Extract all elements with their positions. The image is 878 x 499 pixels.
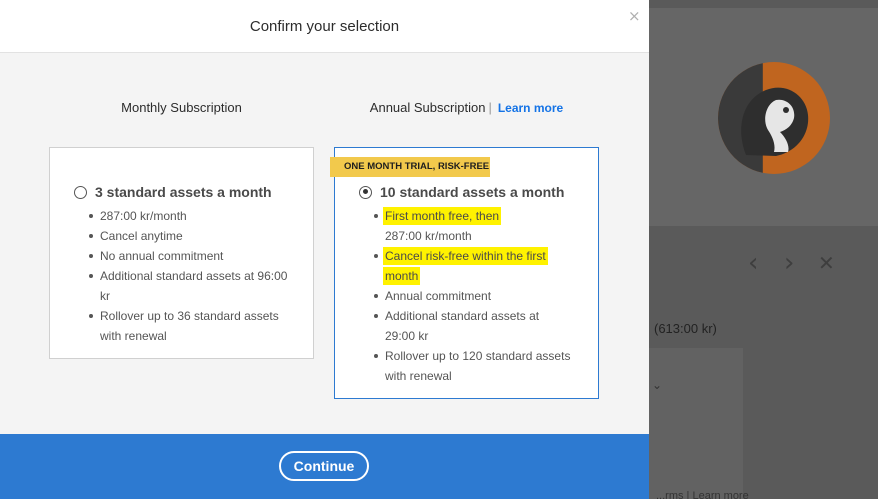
monthly-plan-radio[interactable] [74, 185, 87, 199]
close-icon[interactable]: × [628, 7, 641, 25]
feature-text: Annual commitment [385, 289, 492, 303]
annual-heading: Annual Subscription [369, 100, 486, 115]
list-item: Cancel anytime [74, 226, 294, 246]
background-prev-icon: ‹ [748, 248, 759, 278]
list-item: Annual commitment [359, 286, 574, 306]
feature-highlight: Cancel risk-free within the first [385, 249, 546, 263]
background-box [649, 348, 743, 499]
feature-highlight: First month free, then [385, 209, 500, 223]
list-item: Rollover up to 36 standard assets with r… [74, 306, 294, 346]
annual-plan: 10 standard assets a month First month f… [359, 184, 574, 386]
heading-separator: | [488, 100, 492, 115]
background-bottom-text: ...rms | Learn more [656, 490, 749, 499]
modal-footer: Continue [0, 434, 649, 499]
list-item: First month free, then 287:00 kr/month [359, 206, 574, 246]
background-next-icon: › [784, 248, 795, 278]
monthly-plan: 3 standard assets a month 287:00 kr/mont… [74, 184, 294, 346]
monthly-heading: Monthly Subscription [121, 100, 242, 115]
list-item: No annual commitment [74, 246, 294, 266]
feature-highlight: month [385, 269, 419, 283]
learn-more-link[interactable]: Learn more [498, 101, 563, 115]
feature-detail: 287:00 kr/month [385, 229, 472, 243]
list-item: 287:00 kr/month [74, 206, 294, 226]
annual-plan-name: 10 standard assets a month [380, 184, 565, 200]
list-item: Additional standard assets at 96:00 kr [74, 266, 294, 306]
trial-badge: ONE MONTH TRIAL, RISK-FREE [330, 157, 490, 177]
annual-plan-radio[interactable] [359, 185, 372, 199]
background-price: (613:00 kr) [654, 321, 717, 336]
list-item: Rollover up to 120 standard assets with r… [359, 346, 574, 386]
modal-header: Confirm your selection × [0, 0, 649, 53]
list-item: Cancel risk-free within the first month [359, 246, 574, 286]
annual-feature-list: First month free, then 287:00 kr/month Ca… [359, 206, 574, 386]
feature-text: Additional standard assets at [385, 309, 540, 323]
confirm-selection-modal: Confirm your selection × Monthly Subscri… [0, 0, 649, 499]
background-close-icon: ✕ [818, 251, 835, 275]
monthly-plan-name: 3 standard assets a month [95, 184, 272, 200]
list-item: Additional standard assets at 29:00 kr [359, 306, 574, 346]
annual-heading-row: Annual Subscription | Learn more [334, 100, 599, 115]
continue-button[interactable]: Continue [279, 451, 369, 481]
feature-detail: with renewal [385, 369, 452, 383]
squirrel-logo-icon [718, 62, 830, 174]
feature-detail: 29:00 kr [385, 329, 429, 343]
feature-text: Rollover up to 120 standard assets [385, 349, 571, 363]
modal-title: Confirm your selection [249, 18, 400, 35]
background-chevron-icon: ⌄ [652, 378, 663, 392]
monthly-feature-list: 287:00 kr/month Cancel anytime No annual… [74, 206, 294, 346]
